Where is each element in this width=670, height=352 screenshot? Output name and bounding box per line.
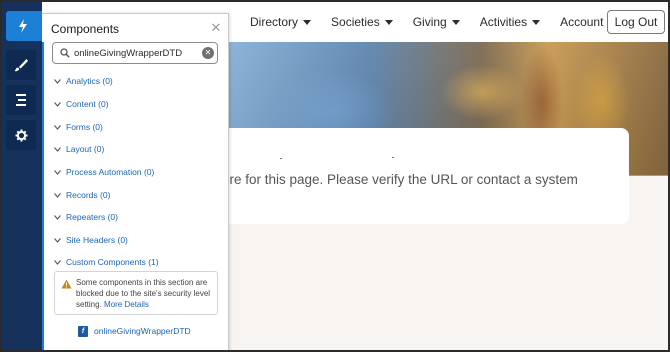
brush-icon [14, 59, 28, 72]
chevron-right-icon [52, 212, 62, 222]
chevron-down-icon [52, 257, 62, 267]
category-content[interactable]: Content (0) [52, 97, 109, 111]
clear-search-icon[interactable]: ✕ [202, 47, 214, 59]
nav-directory[interactable]: Directory [250, 15, 312, 29]
error-message: ere for this page. Please verify the URL… [222, 172, 578, 187]
nav-label: Directory [250, 15, 299, 29]
chevron-right-icon [52, 99, 62, 109]
nav-activities[interactable]: Activities [479, 15, 541, 29]
nav-label: Account [560, 15, 604, 29]
chevron-right-icon [52, 122, 62, 132]
page-structure-icon [16, 94, 26, 106]
nav-societies[interactable]: Societies [331, 15, 393, 29]
theme-rail-button[interactable] [6, 50, 36, 80]
lightning-bolt-icon [18, 19, 27, 33]
nav-giving[interactable]: Giving [413, 15, 460, 29]
chevron-right-icon [52, 76, 62, 86]
category-label: Analytics (0) [66, 76, 113, 86]
builder-left-rail [2, 2, 42, 350]
search-input[interactable] [74, 44, 200, 62]
category-label: Content (0) [66, 99, 109, 109]
decorative-dot [392, 157, 394, 158]
category-label: Layout (0) [66, 144, 105, 154]
component-item[interactable]: f onlineGivingWrapperDTD [78, 324, 191, 338]
chevron-right-icon [52, 235, 62, 245]
caret-down-icon [532, 19, 541, 25]
category-custom-components[interactable]: Custom Components (1) [52, 255, 159, 269]
browser-frame: Directory Societies Giving Activities Ac… [0, 0, 670, 352]
category-forms[interactable]: Forms (0) [52, 120, 103, 134]
component-search: ✕ [52, 42, 218, 64]
warning-icon [61, 279, 72, 289]
category-layout[interactable]: Layout (0) [52, 142, 104, 156]
warning-message: Some components in this section are bloc… [76, 277, 214, 310]
nav-label: Societies [331, 15, 380, 29]
category-label: Custom Components (1) [66, 257, 159, 267]
security-warning-box: Some components in this section are bloc… [54, 271, 218, 315]
logout-button[interactable]: Log Out [607, 10, 665, 34]
category-label: Records (0) [66, 190, 111, 200]
page-structure-rail-button[interactable] [6, 85, 36, 115]
panel-title: Components [51, 22, 120, 36]
category-analytics[interactable]: Analytics (0) [52, 74, 113, 88]
components-rail-button[interactable] [6, 11, 42, 41]
category-label: Forms (0) [66, 122, 103, 132]
caret-down-icon [303, 19, 312, 25]
gear-icon [15, 129, 27, 141]
category-site-headers[interactable]: Site Headers (0) [52, 233, 128, 247]
category-repeaters[interactable]: Repeaters (0) [52, 210, 118, 224]
chevron-right-icon [52, 167, 62, 177]
nav-label: Giving [412, 15, 447, 29]
category-label: Process Automation (0) [66, 167, 155, 177]
caret-down-icon [451, 19, 460, 25]
error-card: ere for this page. Please verify the URL… [222, 128, 629, 224]
component-label: onlineGivingWrapperDTD [94, 326, 191, 336]
category-process-automation[interactable]: Process Automation (0) [52, 165, 154, 179]
category-label: Site Headers (0) [66, 235, 128, 245]
close-icon[interactable]: ✕ [210, 21, 222, 34]
search-icon [56, 43, 74, 63]
category-records[interactable]: Records (0) [52, 188, 110, 202]
chevron-right-icon [52, 190, 62, 200]
lightning-component-icon: f [78, 325, 88, 337]
site-nav: Directory Societies Giving Activities Ac… [250, 2, 636, 42]
panel-active-edge [42, 42, 44, 350]
nav-label: Activities [479, 15, 528, 29]
category-label: Repeaters (0) [66, 212, 118, 222]
components-panel: Components ✕ ✕ Analytics (0) Content (0)… [42, 13, 229, 350]
caret-down-icon [384, 19, 393, 25]
more-details-link[interactable]: More Details [104, 300, 149, 309]
chevron-right-icon [52, 144, 62, 154]
settings-rail-button[interactable] [6, 120, 36, 150]
decorative-dot [280, 158, 282, 159]
